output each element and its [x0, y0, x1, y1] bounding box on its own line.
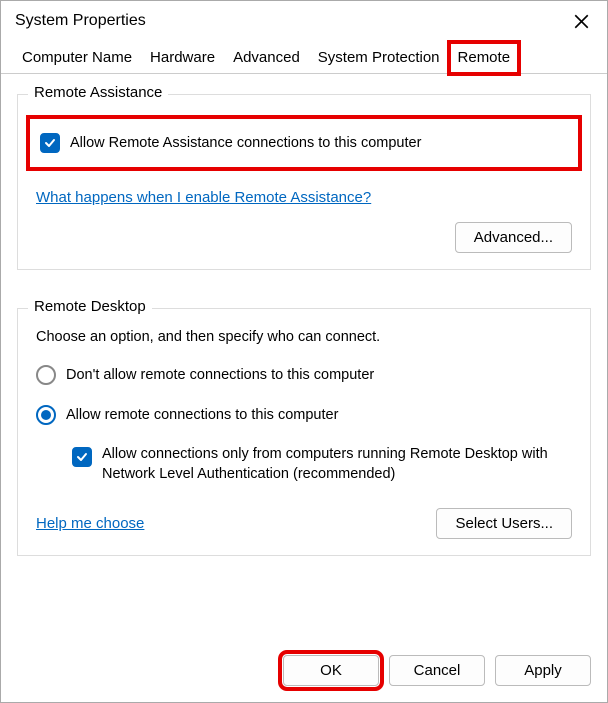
- check-icon: [43, 136, 57, 150]
- close-icon: [574, 14, 589, 29]
- row-nla: Allow connections only from computers ru…: [72, 445, 572, 484]
- label-allow-remote-assistance: Allow Remote Assistance connections to t…: [70, 135, 421, 151]
- check-icon: [75, 450, 89, 464]
- tab-body: Remote Assistance Allow Remote Assistanc…: [1, 74, 607, 641]
- dialog-footer: OK Cancel Apply: [1, 641, 607, 702]
- link-help-me-choose[interactable]: Help me choose: [36, 515, 144, 532]
- group-label-remote-desktop: Remote Desktop: [28, 298, 152, 315]
- group-label-remote-assistance: Remote Assistance: [28, 84, 168, 101]
- tab-remote[interactable]: Remote: [449, 42, 520, 74]
- system-properties-dialog: System Properties Computer Name Hardware…: [0, 0, 608, 703]
- row-allow-remote: Allow remote connections to this compute…: [36, 405, 572, 425]
- group-remote-assistance: Remote Assistance Allow Remote Assistanc…: [17, 94, 591, 270]
- cancel-button[interactable]: Cancel: [389, 655, 485, 686]
- checkbox-allow-remote-assistance[interactable]: [40, 133, 60, 153]
- row-allow-remote-assistance: Allow Remote Assistance connections to t…: [40, 133, 568, 153]
- tabs: Computer Name Hardware Advanced System P…: [1, 41, 607, 74]
- radio-allow-remote[interactable]: [36, 405, 56, 425]
- close-button[interactable]: [565, 7, 597, 35]
- group-remote-desktop: Remote Desktop Choose an option, and the…: [17, 308, 591, 556]
- titlebar: System Properties: [1, 1, 607, 41]
- radio-deny-remote[interactable]: [36, 365, 56, 385]
- dialog-title: System Properties: [15, 12, 146, 30]
- label-allow-remote: Allow remote connections to this compute…: [66, 407, 338, 423]
- advanced-button[interactable]: Advanced...: [455, 222, 572, 253]
- tab-advanced[interactable]: Advanced: [224, 42, 309, 74]
- label-nla: Allow connections only from computers ru…: [102, 445, 572, 484]
- label-deny-remote: Don't allow remote connections to this c…: [66, 367, 374, 383]
- apply-button[interactable]: Apply: [495, 655, 591, 686]
- tab-computer-name[interactable]: Computer Name: [13, 42, 141, 74]
- select-users-button[interactable]: Select Users...: [436, 508, 572, 539]
- row-deny-remote: Don't allow remote connections to this c…: [36, 365, 572, 385]
- remote-desktop-intro: Choose an option, and then specify who c…: [36, 329, 572, 345]
- tab-hardware[interactable]: Hardware: [141, 42, 224, 74]
- link-what-happens-remote-assistance[interactable]: What happens when I enable Remote Assist…: [36, 189, 371, 206]
- ok-button[interactable]: OK: [283, 655, 379, 686]
- highlight-allow-remote-assistance: Allow Remote Assistance connections to t…: [26, 115, 582, 171]
- tab-system-protection[interactable]: System Protection: [309, 42, 449, 74]
- checkbox-nla[interactable]: [72, 447, 92, 467]
